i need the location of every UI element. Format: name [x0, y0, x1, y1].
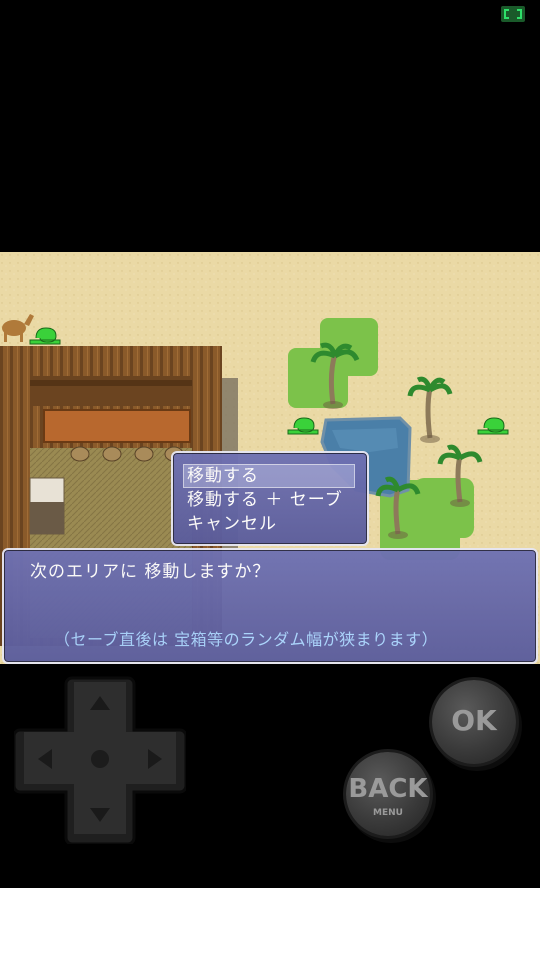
- choice-cancel[interactable]: キャンセル: [187, 512, 277, 536]
- back-button[interactable]: BACK MENU: [346, 752, 430, 836]
- dpad-icon[interactable]: [14, 674, 186, 844]
- ok-button-label: OK: [451, 704, 497, 737]
- message-hint: （セーブ直後は 宝箱等のランダム幅が狭まります）: [54, 630, 439, 649]
- choice-move[interactable]: 移動する: [183, 464, 355, 488]
- message-text: 次のエリアに 移動しますか？: [30, 562, 271, 582]
- virtual-controller: OK BACK MENU: [0, 664, 540, 888]
- bottom-blank-area: [0, 888, 540, 960]
- ok-button[interactable]: OK: [432, 680, 516, 764]
- message-window: 次のエリアに 移動しますか？ （セーブ直後は 宝箱等のランダム幅が狭まります）: [2, 548, 538, 664]
- choice-move-and-save[interactable]: 移動する ＋ セーブ: [187, 488, 343, 512]
- back-button-label: BACK: [348, 774, 428, 804]
- fullscreen-icon[interactable]: [501, 6, 525, 22]
- choice-window: 移動する 移動する ＋ セーブ キャンセル: [171, 451, 369, 546]
- back-button-sublabel: MENU: [373, 808, 403, 818]
